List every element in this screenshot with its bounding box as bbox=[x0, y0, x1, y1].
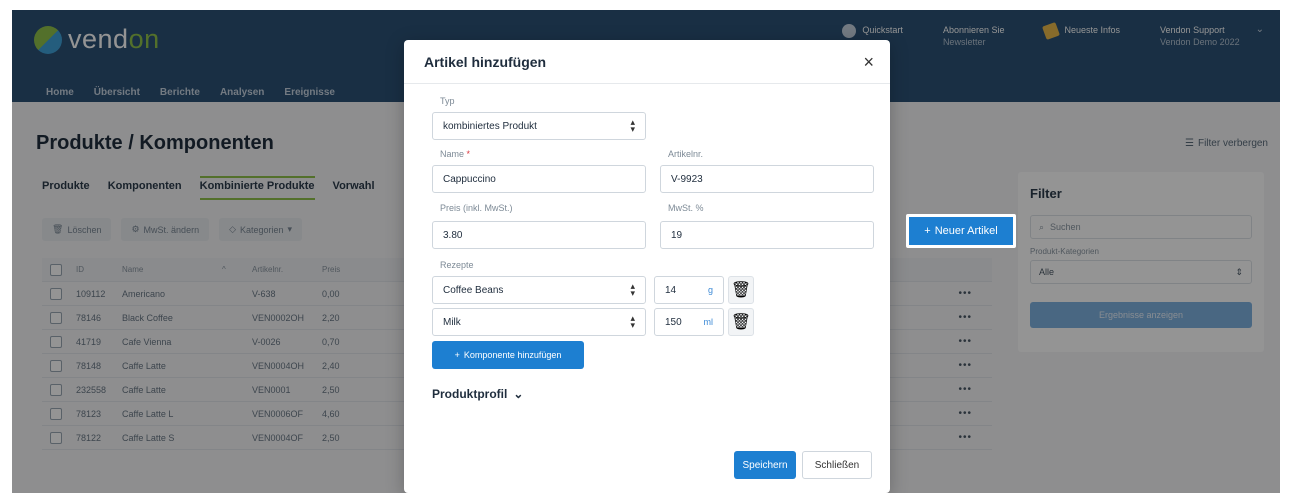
trash-icon: 🗑 bbox=[730, 314, 752, 331]
save-button[interactable]: Speichern bbox=[734, 451, 796, 479]
type-value: kombiniertes Produkt bbox=[443, 120, 537, 132]
add-component-button[interactable]: + Komponente hinzufügen bbox=[432, 341, 584, 369]
recipe-quantity-input[interactable]: 150 ml bbox=[654, 308, 724, 336]
name-value: Cappuccino bbox=[443, 173, 496, 185]
recipe-quantity-input[interactable]: 14 g bbox=[654, 276, 724, 304]
recipe-component-value: Milk bbox=[443, 316, 461, 328]
article-number-input[interactable]: V-9923 bbox=[660, 165, 874, 193]
plus-icon: + bbox=[454, 350, 460, 360]
recipe-component-value: Coffee Beans bbox=[443, 284, 504, 296]
close-icon[interactable]: × bbox=[863, 53, 874, 71]
close-button[interactable]: Schließen bbox=[802, 451, 872, 479]
add-item-dialog: Artikel hinzufügen × Typ kombiniertes Pr… bbox=[404, 40, 890, 493]
remove-recipe-button[interactable]: 🗑 bbox=[728, 308, 754, 336]
recipe-quantity-value: 14 bbox=[665, 284, 677, 296]
recipe-unit: ml bbox=[703, 317, 714, 327]
remove-recipe-button[interactable]: 🗑 bbox=[728, 276, 754, 304]
plus-icon: + bbox=[924, 225, 931, 237]
price-label: Preis (inkl. MwSt.) bbox=[440, 203, 513, 213]
dialog-header: Artikel hinzufügen × bbox=[404, 40, 890, 84]
dialog-title: Artikel hinzufügen bbox=[424, 53, 547, 70]
add-component-label: Komponente hinzufügen bbox=[463, 350, 562, 360]
new-item-button[interactable]: + Neuer Artikel bbox=[906, 214, 1016, 248]
name-input[interactable]: Cappuccino bbox=[432, 165, 646, 193]
article-number-label: Artikelnr. bbox=[668, 149, 704, 159]
recipe-component-select[interactable]: Coffee Beans ▴ ▾ bbox=[432, 276, 646, 304]
product-profile-toggle[interactable]: Produktprofil ⌄ bbox=[432, 387, 523, 401]
select-arrows-icon: ▴ ▾ bbox=[630, 281, 635, 298]
vat-value: 19 bbox=[671, 229, 683, 241]
recipes-label: Rezepte bbox=[440, 260, 474, 270]
article-number-value: V-9923 bbox=[671, 173, 703, 185]
recipe-component-select[interactable]: Milk ▴ ▾ bbox=[432, 308, 646, 336]
price-input[interactable]: 3.80 bbox=[432, 221, 646, 249]
recipe-quantity-value: 150 bbox=[665, 316, 682, 328]
vat-label: MwSt. % bbox=[668, 203, 704, 213]
new-item-label: Neuer Artikel bbox=[934, 225, 998, 237]
name-label: Name * bbox=[440, 149, 471, 159]
chevron-down-icon: ⌄ bbox=[513, 387, 524, 401]
recipe-unit: g bbox=[707, 285, 713, 295]
select-arrows-icon: ▴ ▾ bbox=[630, 117, 635, 134]
app-window: vendon Home Übersicht Berichte Analysen … bbox=[12, 10, 1280, 493]
dialog-footer: Speichern Schließen bbox=[404, 423, 890, 493]
vat-input[interactable]: 19 bbox=[660, 221, 874, 249]
type-select[interactable]: kombiniertes Produkt ▴ ▾ bbox=[432, 112, 646, 140]
select-arrows-icon: ▴ ▾ bbox=[630, 313, 635, 330]
trash-icon: 🗑 bbox=[730, 282, 752, 299]
required-marker: * bbox=[466, 149, 471, 159]
product-profile-label: Produktprofil bbox=[432, 387, 508, 401]
price-value: 3.80 bbox=[443, 229, 463, 241]
type-label: Typ bbox=[440, 96, 455, 106]
